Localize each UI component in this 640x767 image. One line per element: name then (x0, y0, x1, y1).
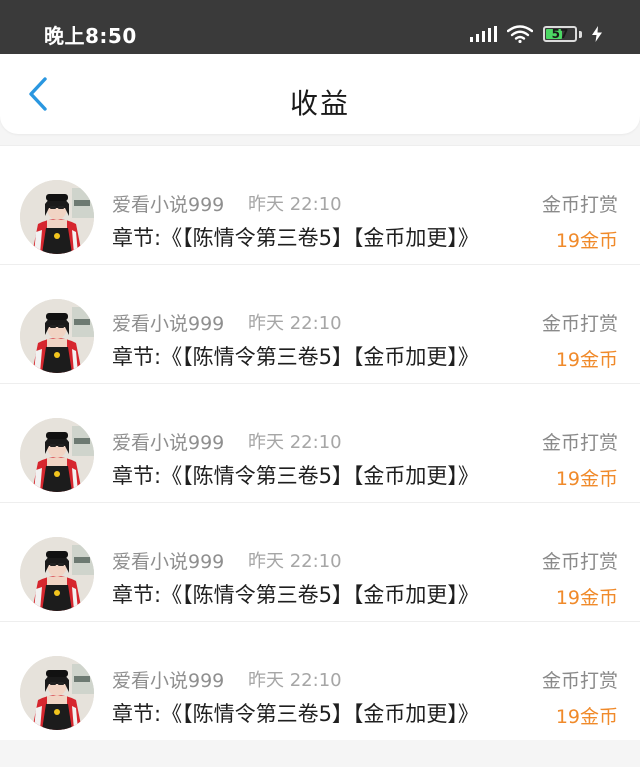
list-item[interactable]: 爱看小说999 昨天 22:10 金币打赏 章节:《【陈情令第三卷5】【金币加更… (0, 621, 640, 740)
avatar (20, 537, 94, 611)
charging-icon (592, 26, 602, 42)
reward-type: 金币打赏 (541, 670, 618, 692)
status-time: 晚上8:50 (44, 24, 137, 48)
status-bar: 晚上8:50 57 (0, 0, 640, 54)
timestamp: 昨天 22:10 (248, 432, 342, 453)
timestamp: 昨天 22:10 (248, 194, 342, 215)
reward-type: 金币打赏 (541, 194, 618, 216)
list-item[interactable]: 爱看小说999 昨天 22:10 金币打赏 章节:《【陈情令第三卷5】【金币加更… (0, 145, 640, 264)
reward-amount: 19金币 (555, 349, 618, 371)
reward-amount: 19金币 (555, 706, 618, 728)
list-item[interactable]: 爱看小说999 昨天 22:10 金币打赏 章节:《【陈情令第三卷5】【金币加更… (0, 264, 640, 383)
battery-percent: 57 (551, 27, 569, 41)
battery-icon: 57 (543, 26, 577, 42)
reward-amount: 19金币 (555, 587, 618, 609)
wifi-icon (507, 25, 533, 43)
chapter-title: 章节:《【陈情令第三卷5】【金币加更】》 (112, 345, 479, 369)
username: 爱看小说999 (112, 551, 225, 573)
timestamp: 昨天 22:10 (248, 313, 342, 334)
timestamp: 昨天 22:10 (248, 670, 342, 691)
username: 爱看小说999 (112, 432, 225, 454)
username: 爱看小说999 (112, 313, 225, 335)
reward-type: 金币打赏 (541, 313, 618, 335)
page-title: 收益 (289, 87, 350, 120)
chapter-title: 章节:《【陈情令第三卷5】【金币加更】》 (112, 702, 479, 726)
avatar (20, 180, 94, 254)
avatar (20, 418, 94, 492)
username: 爱看小说999 (112, 670, 225, 692)
chapter-title: 章节:《【陈情令第三卷5】【金币加更】》 (112, 226, 479, 250)
timestamp: 昨天 22:10 (248, 551, 342, 572)
chapter-title: 章节:《【陈情令第三卷5】【金币加更】》 (112, 464, 479, 488)
list-item[interactable]: 爱看小说999 昨天 22:10 金币打赏 章节:《【陈情令第三卷5】【金币加更… (0, 502, 640, 621)
header-bar: 收益 (0, 54, 640, 134)
reward-amount: 19金币 (555, 230, 618, 252)
chapter-title: 章节:《【陈情令第三卷5】【金币加更】》 (112, 583, 479, 607)
avatar (20, 299, 94, 373)
username: 爱看小说999 (112, 194, 225, 216)
cellular-signal-icon (470, 26, 497, 42)
reward-amount: 19金币 (555, 468, 618, 490)
reward-type: 金币打赏 (541, 551, 618, 573)
avatar (20, 656, 94, 730)
battery-nub (579, 30, 582, 38)
earnings-list: 爱看小说999 昨天 22:10 金币打赏 章节:《【陈情令第三卷5】【金币加更… (0, 145, 640, 740)
reward-type: 金币打赏 (541, 432, 618, 454)
status-icons: 57 (470, 20, 602, 48)
list-item[interactable]: 爱看小说999 昨天 22:10 金币打赏 章节:《【陈情令第三卷5】【金币加更… (0, 383, 640, 502)
